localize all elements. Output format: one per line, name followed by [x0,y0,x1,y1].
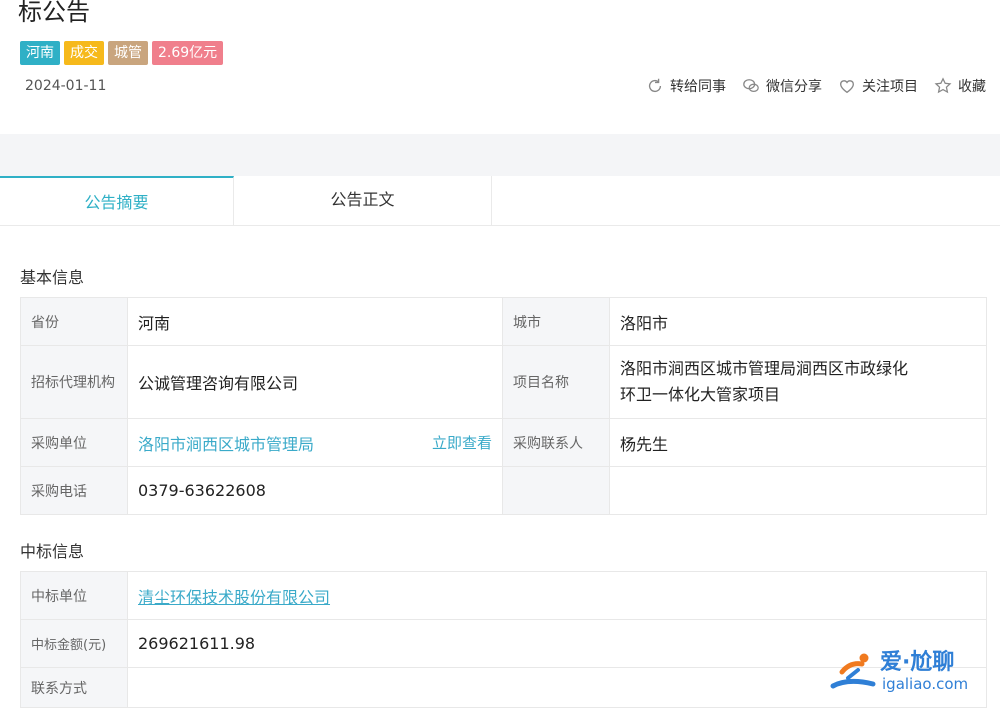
title-clipped-line [18,0,1000,12]
city-value: 洛阳市 [609,297,987,346]
tab-summary[interactable]: 公告摘要 [0,176,234,226]
star-icon [934,77,952,94]
basic-info-table: 省份 河南 城市 洛阳市 招标代理机构 公诚管理咨询有限公司 项目名称 洛阳市涧… [20,297,987,515]
contact-value: 杨先生 [609,418,987,467]
province-value: 河南 [127,297,503,346]
agency-label: 招标代理机构 [20,345,128,419]
action-bar: 转给同事 微信分享 关注项目 收藏 [646,76,986,96]
tab-body[interactable]: 公告正文 [234,176,492,226]
forward-label: 转给同事 [670,79,726,95]
agency-value: 公诚管理咨询有限公司 [127,345,503,419]
award-contact-label: 联系方式 [20,667,128,708]
tab-bar: 公告摘要 公告正文 [0,176,1000,226]
city-label: 城市 [502,297,610,346]
project-name-value: 洛阳市涧西区城市管理局涧西区市政绿化 环卫一体化大管家项目 [609,345,987,419]
table-row: 招标代理机构 公诚管理咨询有限公司 项目名称 洛阳市涧西区城市管理局涧西区市政绿… [20,345,987,419]
project-name-line2: 环卫一体化大管家项目 [620,385,781,404]
purchaser-cell: 洛阳市涧西区城市管理局 立即查看 [127,418,503,467]
contact-label: 采购联系人 [502,418,610,467]
forward-button[interactable]: 转给同事 [646,76,726,96]
section-divider-band [0,134,1000,176]
favorite-button[interactable]: 收藏 [934,76,986,96]
wechat-share-button[interactable]: 微信分享 [742,76,822,96]
watermark-url: igaliao.com [882,675,969,693]
phone-label: 采购电话 [20,466,128,515]
watermark-logo-icon [830,653,876,689]
tag-province: 河南 [20,41,60,65]
basic-info-title: 基本信息 [20,268,85,287]
watermark-text: 爱·尬聊 [880,650,955,675]
table-row: 中标单位 清尘环保技术股份有限公司 [20,571,987,620]
purchaser-label: 采购单位 [20,418,128,467]
forward-icon [648,78,662,93]
phone-value: 0379-63622608 [127,466,503,515]
heart-icon [840,80,854,94]
publish-date: 2024-01-11 [25,78,107,94]
empty-value [609,466,987,515]
wechat-share-label: 微信分享 [766,79,822,95]
award-info-title: 中标信息 [20,542,85,561]
award-amount-label: 中标金额(元) [20,619,128,668]
winner-label: 中标单位 [20,571,128,620]
favorite-label: 收藏 [958,79,986,95]
project-name-line1: 洛阳市涧西区城市管理局涧西区市政绿化 [620,359,909,378]
empty-label [502,466,610,515]
follow-project-button[interactable]: 关注项目 [838,76,918,96]
table-row: 采购单位 洛阳市涧西区城市管理局 立即查看 采购联系人 杨先生 [20,418,987,467]
project-name-label: 项目名称 [502,345,610,419]
view-now-link[interactable]: 立即查看 [432,432,492,453]
province-label: 省份 [20,297,128,346]
table-row: 省份 河南 城市 洛阳市 [20,297,987,346]
tag-status: 成交 [64,41,104,65]
follow-project-label: 关注项目 [862,79,918,95]
purchaser-link[interactable]: 洛阳市涧西区城市管理局 [138,431,314,455]
page: 标公告 河南 成交 城管 2.69亿元 2024-01-11 转给同事 微信分享… [0,0,1000,710]
winner-cell: 清尘环保技术股份有限公司 [127,571,987,620]
wechat-icon [743,79,759,93]
page-title: 标公告 [18,0,90,26]
watermark: 爱·尬聊 igaliao.com [828,644,988,702]
table-row: 采购电话 0379-63622608 [20,466,987,515]
tag-list: 河南 成交 城管 2.69亿元 [20,41,224,65]
tag-category: 城管 [108,41,148,65]
tag-amount: 2.69亿元 [152,41,224,65]
winner-link[interactable]: 清尘环保技术股份有限公司 [138,588,330,607]
